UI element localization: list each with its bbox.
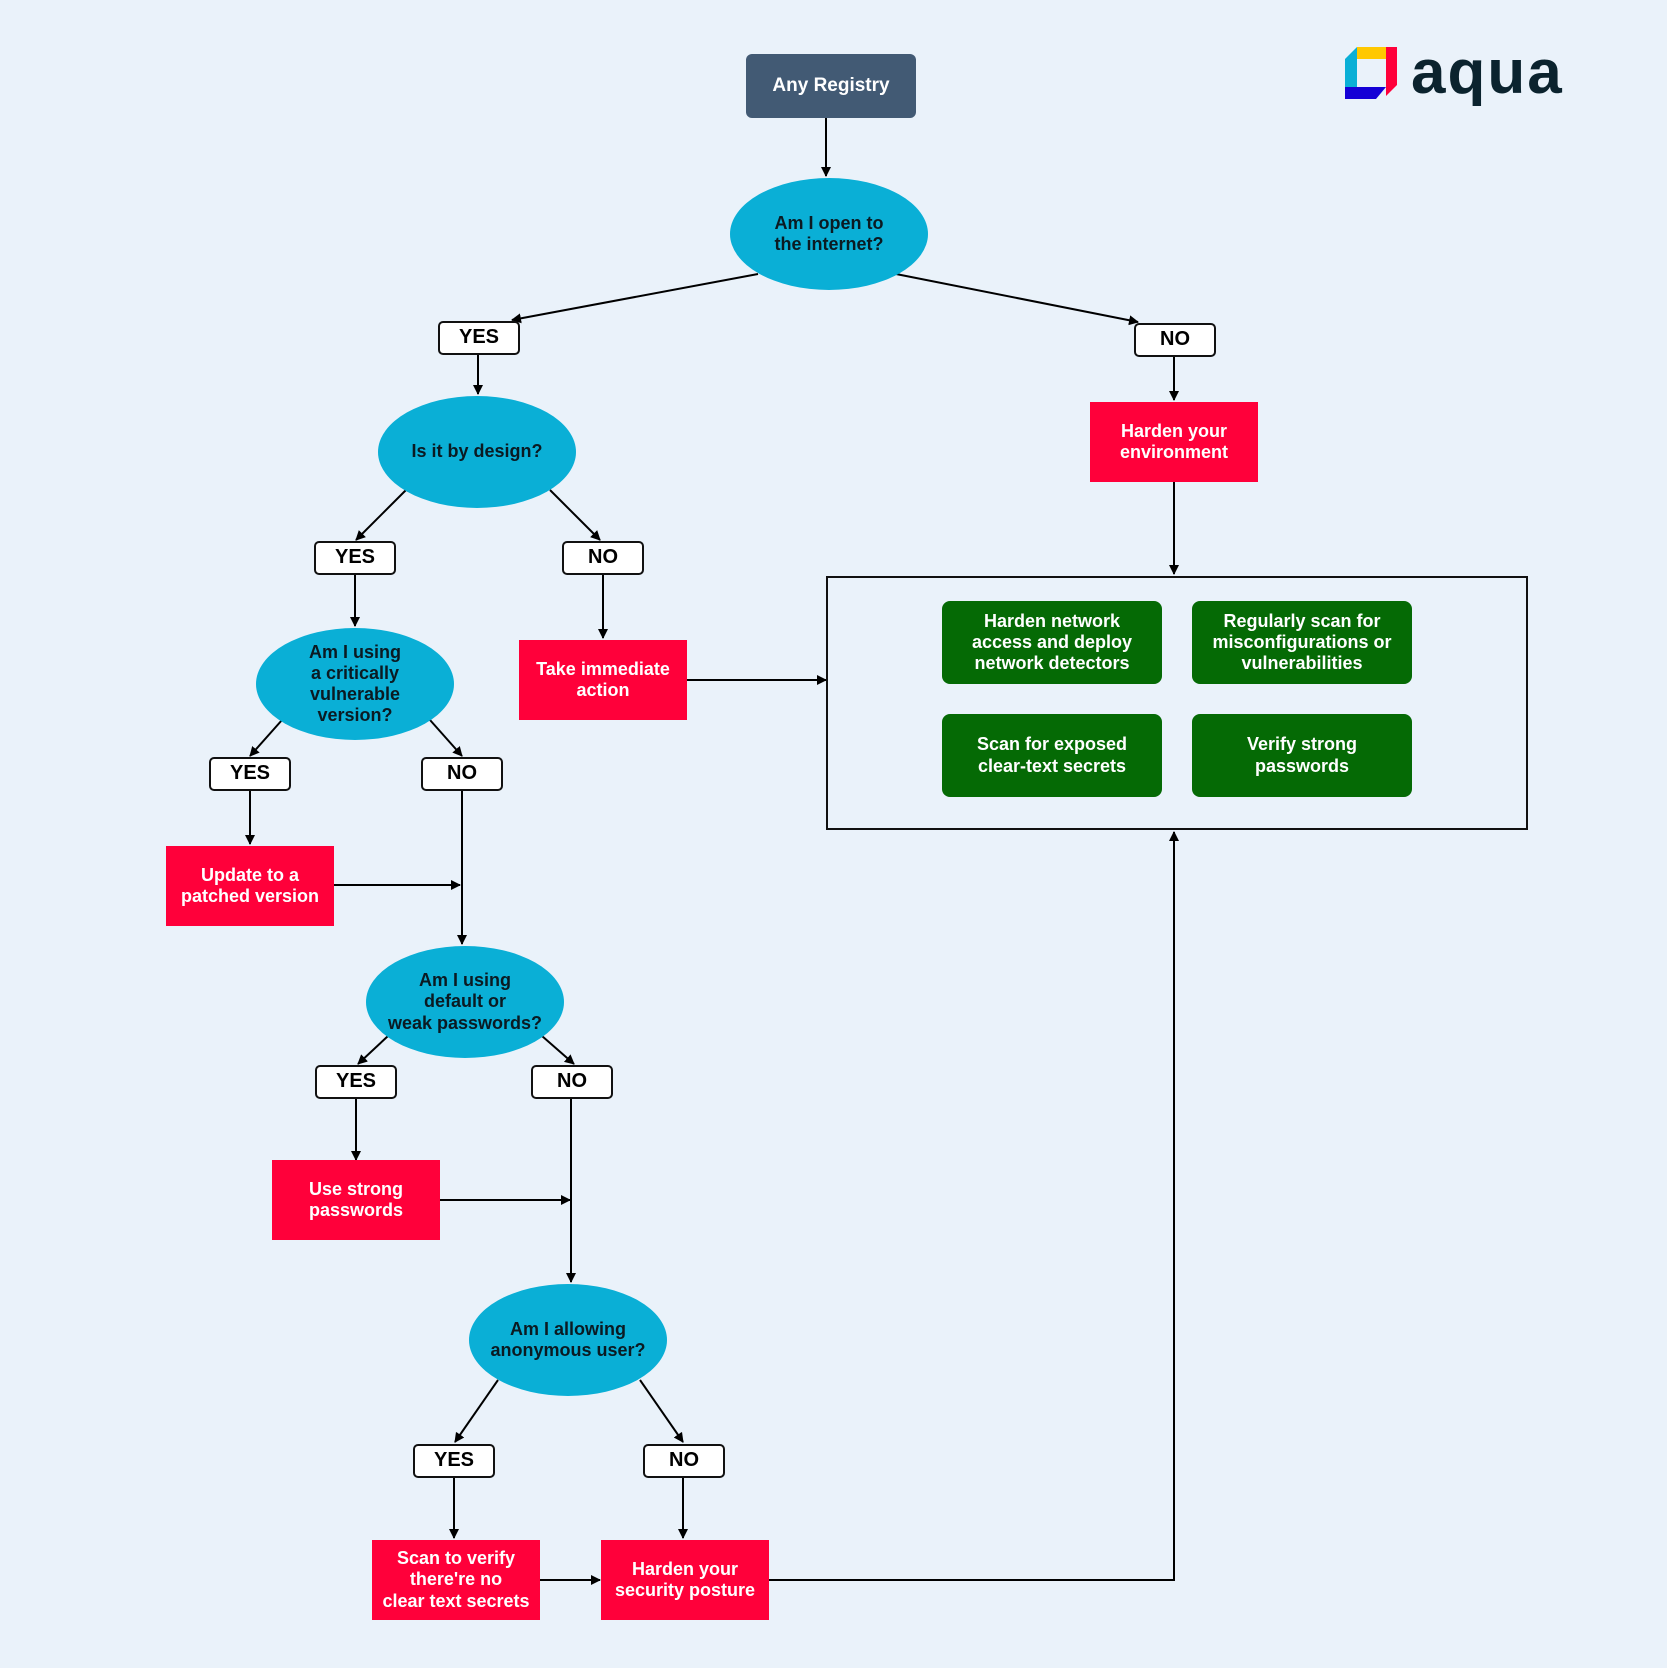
arrow-posture-to-group [768, 831, 1179, 1581]
answer-design-no: NO [562, 541, 644, 575]
aqua-logo-mark-icon [1345, 47, 1397, 99]
action-harden-security-posture: Harden your security posture [601, 1540, 769, 1620]
arrow-passwords-to-yes [357, 1035, 389, 1065]
recommendation-scan-secrets: Scan for exposed clear-text secrets [942, 714, 1162, 797]
answer-anonymous-no: NO [643, 1444, 725, 1478]
recommendation-harden-network: Harden network access and deploy network… [942, 601, 1162, 684]
arrow-passwords-to-no [541, 1035, 575, 1065]
answer-anonymous-yes: YES [413, 1444, 495, 1478]
action-harden-environment: Harden your environment [1090, 402, 1258, 482]
arrow-version-to-no [429, 719, 463, 757]
arrow-anonymous-to-no [639, 1379, 684, 1443]
arrow-version-to-yes [249, 719, 283, 757]
aqua-logo: aqua [1343, 42, 1564, 104]
answer-passwords-yes: YES [315, 1065, 397, 1099]
action-scan-clear-text-secrets: Scan to verify there're no clear text se… [372, 1540, 540, 1620]
question-anonymous-user: Am I allowing anonymous user? [469, 1284, 667, 1396]
arrow-anonymous-to-yes [454, 1379, 499, 1443]
action-use-strong-passwords: Use strong passwords [272, 1160, 440, 1240]
arrow-design-to-no [549, 489, 601, 541]
recommendation-regular-scan: Regularly scan for misconfigurations or … [1192, 601, 1412, 684]
question-vulnerable-version: Am I using a critically vulnerable versi… [256, 628, 454, 740]
answer-passwords-no: NO [531, 1065, 613, 1099]
recommendation-verify-passwords: Verify strong passwords [1192, 714, 1412, 797]
answer-internet-no: NO [1134, 323, 1216, 357]
arrow-design-to-yes [355, 489, 407, 541]
aqua-wordmark: aqua [1411, 38, 1564, 107]
start-any-registry: Any Registry [746, 54, 916, 118]
question-open-to-internet: Am I open to the internet? [730, 178, 928, 290]
answer-design-yes: YES [314, 541, 396, 575]
arrow-internet-to-no [895, 273, 1139, 326]
question-weak-passwords: Am I using default or weak passwords? [366, 946, 564, 1058]
action-update-patched-version: Update to a patched version [166, 846, 334, 926]
action-take-immediate: Take immediate action [519, 640, 687, 720]
answer-internet-yes: YES [438, 321, 520, 355]
answer-version-no: NO [421, 757, 503, 791]
recommendations-group [826, 576, 1528, 830]
question-by-design: Is it by design? [378, 396, 576, 508]
arrow-internet-to-yes [511, 273, 759, 324]
answer-version-yes: YES [209, 757, 291, 791]
